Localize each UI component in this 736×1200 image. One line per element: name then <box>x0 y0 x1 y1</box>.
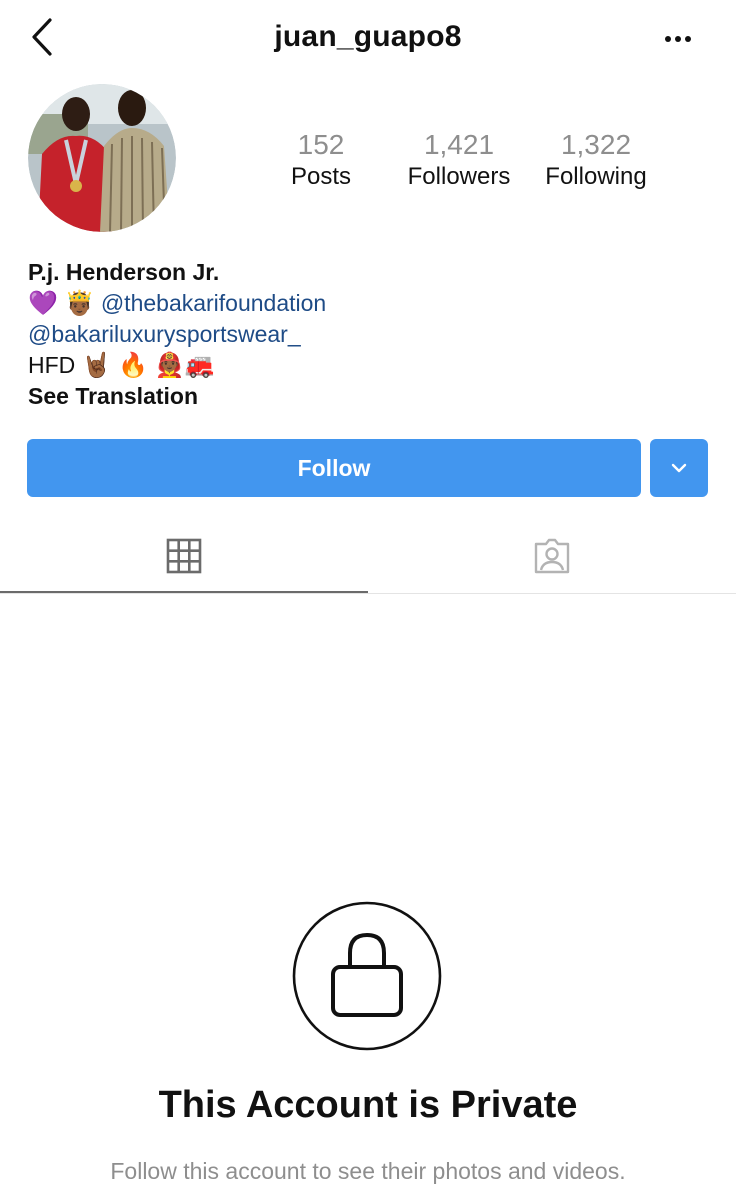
chevron-down-icon <box>671 463 687 473</box>
following-stat[interactable]: 1,322 Following <box>521 128 671 192</box>
profile-stats: 152 Posts 1,421 Followers 1,322 Followin… <box>0 128 736 198</box>
bio-emoji-1: 💜 🤴🏾 <box>28 290 95 317</box>
tab-divider <box>0 593 736 594</box>
bio-line-2: @bakariluxurysportswear_ <box>28 319 708 350</box>
see-translation-link[interactable]: See Translation <box>28 381 708 412</box>
following-count: 1,322 <box>560 129 632 160</box>
sportswear-link[interactable]: @bakariluxurysportswear_ <box>28 321 301 347</box>
profile-page: juan_guapo8 152 Posts 1,421 Followers 1,… <box>0 0 736 1200</box>
tab-grid[interactable] <box>0 520 368 592</box>
tagged-person-icon <box>534 538 570 574</box>
bio-line-1: 💜 🤴🏾 @thebakarifoundation <box>28 288 708 319</box>
private-lock-badge <box>292 901 442 1051</box>
tab-tagged[interactable] <box>368 520 736 592</box>
profile-bio: P.j. Henderson Jr. 💜 🤴🏾 @thebakarifounda… <box>28 257 708 412</box>
followers-label: Followers <box>407 163 511 190</box>
header-bar: juan_guapo8 <box>0 0 736 80</box>
bio-line-3: HFD 🤘🏾 🔥 👨🏾‍🚒🚒 <box>28 350 708 381</box>
profile-display-name: P.j. Henderson Jr. <box>28 259 220 285</box>
lock-icon <box>292 901 442 1051</box>
foundation-link[interactable]: @thebakarifoundation <box>101 290 326 316</box>
follow-button[interactable]: Follow <box>27 439 641 497</box>
bio-emoji-3: 🤘🏾 🔥 👨🏾‍🚒🚒 <box>81 352 215 379</box>
posts-label: Posts <box>290 163 352 190</box>
more-horizontal-icon <box>665 36 691 42</box>
following-label: Following <box>545 163 647 190</box>
private-account-title: This Account is Private <box>158 1084 578 1126</box>
profile-username: juan_guapo8 <box>274 20 462 53</box>
private-account-subtitle: Follow this account to see their photos … <box>110 1158 626 1184</box>
more-options-button[interactable] <box>658 26 698 52</box>
followers-stat[interactable]: 1,421 Followers <box>384 128 534 192</box>
suggested-dropdown-button[interactable] <box>650 439 708 497</box>
bio-hfd-text: HFD <box>28 352 76 378</box>
posts-count: 152 <box>297 129 345 160</box>
followers-count: 1,421 <box>423 129 495 160</box>
posts-stat[interactable]: 152 Posts <box>246 128 396 192</box>
grid-icon <box>166 538 202 574</box>
